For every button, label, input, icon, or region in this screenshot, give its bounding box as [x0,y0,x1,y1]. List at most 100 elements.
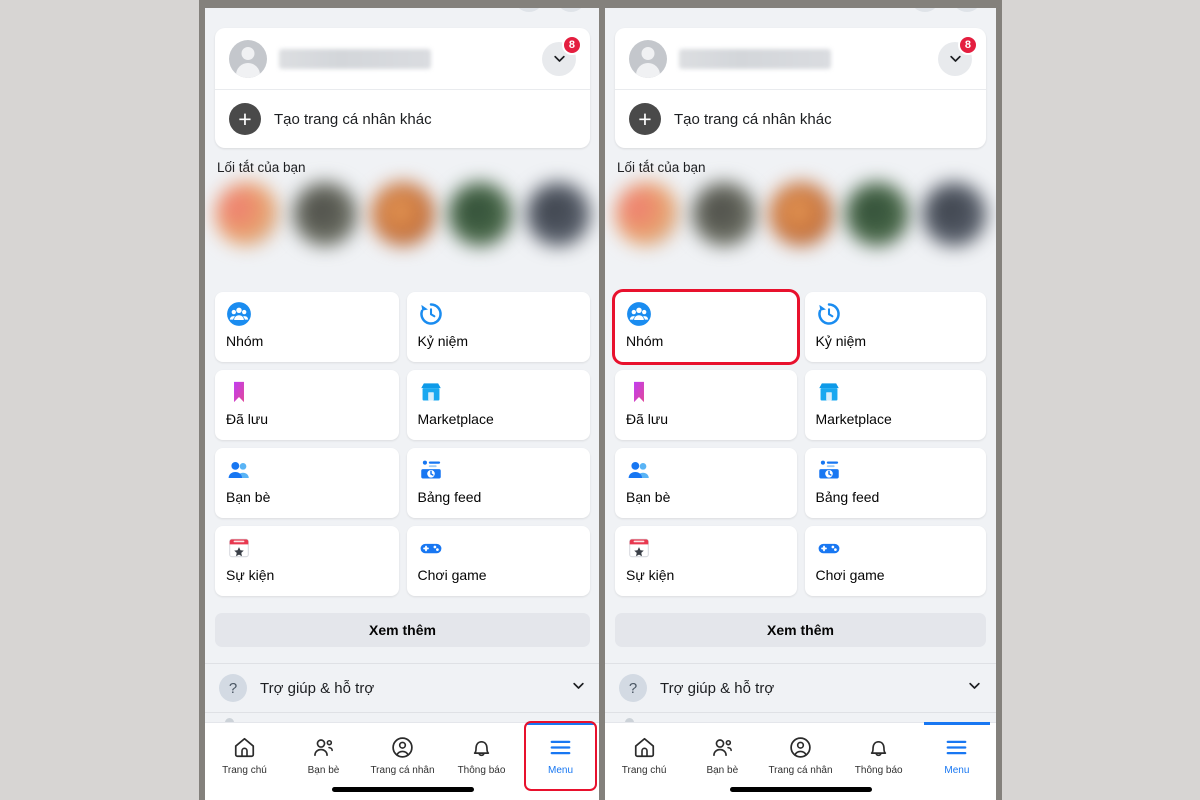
gaming-icon [418,535,580,561]
avatar [629,39,667,78]
home-icon [232,735,257,760]
nav-item-label: Bạn bè [307,764,340,776]
menu-tile-marketplace[interactable]: Marketplace [804,370,986,440]
create-profile-row[interactable]: + Tạo trang cá nhân khác [615,90,986,148]
menu-tile-label: Bảng feed [417,489,482,505]
shortcut-avatar-3[interactable] [370,182,435,246]
nav-item-label: Thông báo [457,764,506,776]
profile-expand-button[interactable]: 8 [938,34,978,76]
menu-tile-feeds[interactable]: Bảng feed [406,448,590,518]
plus-circle-icon: + [229,103,261,135]
shortcut-avatar-1[interactable] [615,182,679,246]
panel-frame-left-edge [199,0,205,800]
menu-tile-memories[interactable]: Kỷ niệm [804,292,986,362]
menu-tile-label: Đã lưu [226,411,269,427]
feeds-icon [418,457,580,483]
groups-icon [626,301,786,327]
plus-circle-icon: + [629,103,661,135]
shortcut-avatar-4[interactable] [845,182,910,246]
nav-item-profile[interactable]: Trang cá nhân [363,723,442,783]
nav-item-friends[interactable]: Bạn bè [284,723,363,783]
hamburger-menu-icon [548,735,573,760]
nav-item-label: Trang cá nhân [370,764,435,776]
chevron-down-icon [967,678,982,698]
menu-tile-label: Kỷ niệm [417,333,469,349]
hamburger-menu-icon [944,735,969,760]
profile-card: 8 + Tạo trang cá nhân khác [215,28,590,148]
marketplace-icon [418,379,580,405]
menu-tile-marketplace[interactable]: Marketplace [406,370,590,440]
nav-item-home[interactable]: Trang chú [605,723,683,783]
menu-tile-label: Marketplace [417,411,494,427]
memories-icon [816,301,976,327]
menu-tile-label: Kỷ niệm [815,333,867,349]
nav-item-label: Trang chú [621,764,667,776]
menu-tile-label: Nhóm [626,333,664,349]
nav-item-label: Trang cá nhân [768,764,833,776]
profile-icon [390,735,415,760]
phone-screen-left: 8 + Tạo trang cá nhân khác Lối tắt của bạn N… [205,0,600,800]
shortcut-avatar-5[interactable] [922,182,986,246]
create-profile-row[interactable]: + Tạo trang cá nhân khác [215,90,590,148]
panel-frame-divider [599,0,605,800]
see-more-button[interactable]: Xem thêm [215,613,590,647]
nav-item-hamburger-menu[interactable]: Menu [918,722,996,783]
avatar [229,39,267,78]
shortcuts-title: Lối tắt của bạn [617,160,706,175]
panel-frame-top-left [205,0,600,8]
bell-icon [866,735,891,760]
nav-item-profile[interactable]: Trang cá nhân [761,723,839,783]
see-more-button[interactable]: Xem thêm [615,613,986,647]
menu-tile-events[interactable]: Sự kiện [215,526,399,596]
nav-item-hamburger-menu[interactable]: Menu [521,721,600,791]
profile-row[interactable]: 8 [615,28,986,90]
menu-tile-label: Chơi game [417,567,487,583]
menu-tile-feeds[interactable]: Bảng feed [804,448,986,518]
profile-row[interactable]: 8 [215,28,590,90]
shortcut-avatar-4[interactable] [448,182,513,246]
profile-name-redacted [279,48,431,69]
profile-expand-button[interactable]: 8 [542,34,582,76]
menu-tile-friends[interactable]: Bạn bè [215,448,399,518]
create-profile-label: Tạo trang cá nhân khác [674,110,832,128]
menu-tile-gaming[interactable]: Chơi game [406,526,590,596]
shortcut-avatar-1[interactable] [215,182,279,246]
saved-icon [226,379,388,405]
menu-tile-label: Nhóm [226,333,264,349]
shortcuts-title: Lối tắt của bạn [217,160,306,175]
events-icon [226,535,388,561]
menu-tile-groups[interactable]: Nhóm [615,292,797,362]
menu-tiles-grid: Nhóm Kỷ niệm Đã lưu Marketplace Bạn bè Bảng f… [215,292,590,596]
menu-tiles-grid: Nhóm Kỷ niệm Đã lưu Marketplace Bạn bè Bảng f… [615,292,986,596]
menu-tile-gaming[interactable]: Chơi game [804,526,986,596]
menu-tile-label: Sự kiện [626,567,675,583]
friends-icon [226,457,388,483]
nav-item-bell[interactable]: Thông báo [442,723,521,783]
shortcut-avatar-2[interactable] [292,182,357,246]
shortcuts-row [611,182,990,246]
menu-tile-friends[interactable]: Bạn bè [615,448,797,518]
nav-item-bell[interactable]: Thông báo [840,723,918,783]
notification-badge: 8 [957,34,978,55]
help-support-row[interactable]: ? Trợ giúp & hỗ trợ [605,663,996,713]
menu-tile-label: Bạn bè [626,489,671,505]
nav-item-label: Bạn bè [706,764,739,776]
menu-tile-saved[interactable]: Đã lưu [615,370,797,440]
notification-badge: 8 [561,34,582,55]
menu-tile-label: Bạn bè [226,489,271,505]
help-support-row[interactable]: ? Trợ giúp & hỗ trợ [205,663,600,713]
chevron-down-icon [571,678,586,698]
shortcut-avatar-2[interactable] [691,182,756,246]
menu-tile-groups[interactable]: Nhóm [215,292,399,362]
memories-icon [418,301,580,327]
nav-item-label: Trang chú [222,764,267,776]
nav-item-friends[interactable]: Bạn bè [683,723,761,783]
nav-item-home[interactable]: Trang chú [205,723,284,783]
menu-tile-memories[interactable]: Kỷ niệm [406,292,590,362]
friends-outline-icon [710,735,735,760]
menu-tile-events[interactable]: Sự kiện [615,526,797,596]
menu-tile-saved[interactable]: Đã lưu [215,370,399,440]
shortcut-avatar-5[interactable] [526,182,590,246]
shortcuts-row [211,182,594,246]
shortcut-avatar-3[interactable] [768,182,833,246]
